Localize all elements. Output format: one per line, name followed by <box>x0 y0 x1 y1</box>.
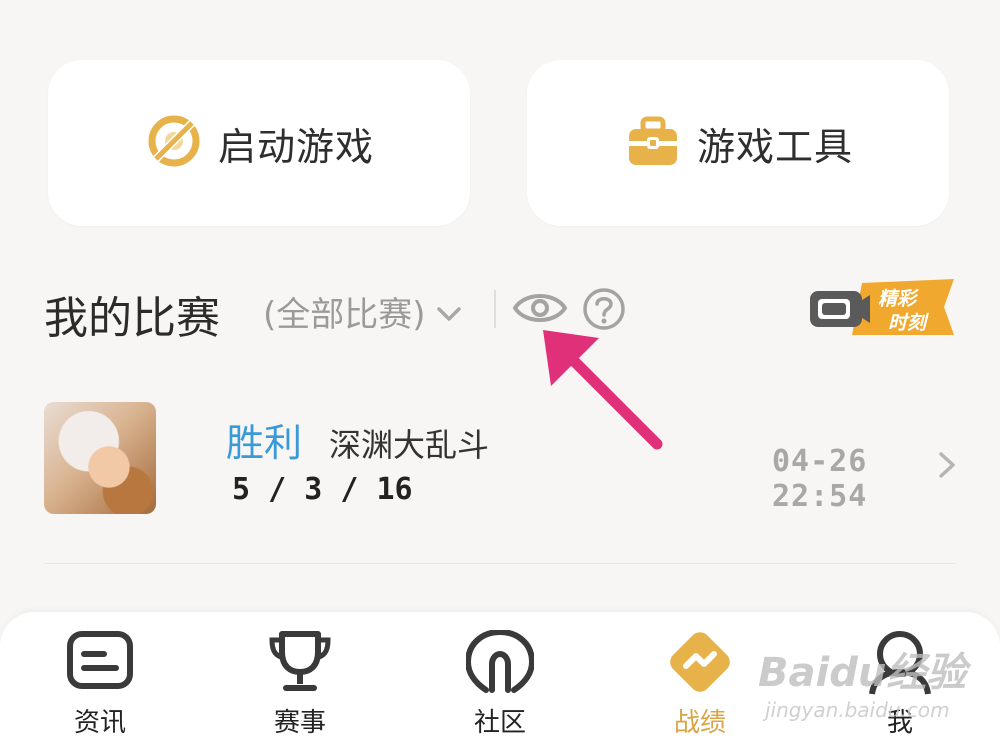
community-icon <box>464 628 536 700</box>
tab-community[interactable]: 社区 <box>400 612 600 750</box>
badge-line1: 精彩 <box>878 288 919 310</box>
trophy-icon <box>266 630 334 698</box>
filter-label: (全部比赛) <box>263 295 426 335</box>
match-row[interactable]: 胜利 深渊大乱斗 5 / 3 / 16 04-26 22:54 <box>44 402 956 514</box>
section-title: 我的比赛 <box>44 293 220 344</box>
tab-label-events: 赛事 <box>273 708 326 738</box>
chevron-down-icon <box>436 292 462 332</box>
toolbox-icon <box>623 111 683 175</box>
highlight-moments-button[interactable]: 精彩 时刻 <box>808 279 954 341</box>
game-tools-button[interactable]: 游戏工具 <box>527 60 949 226</box>
match-mode: 深渊大乱斗 <box>329 426 490 464</box>
launch-game-button[interactable]: 启动游戏 <box>48 60 470 226</box>
news-icon <box>66 630 134 694</box>
tab-label-news: 资讯 <box>73 708 126 738</box>
match-time: 04-26 22:54 <box>772 444 868 514</box>
launch-game-label: 启动游戏 <box>217 124 374 169</box>
records-icon <box>664 630 736 700</box>
match-result: 胜利 <box>226 421 303 465</box>
champion-avatar <box>44 402 156 514</box>
chevron-right-icon <box>937 450 957 484</box>
game-tools-label: 游戏工具 <box>696 124 853 169</box>
header-divider <box>494 290 496 328</box>
tab-events[interactable]: 赛事 <box>200 612 400 750</box>
match-kda: 5 / 3 / 16 <box>232 472 413 507</box>
list-divider <box>44 563 956 564</box>
tab-label-community: 社区 <box>473 708 526 738</box>
match-filter-dropdown[interactable]: (全部比赛) <box>263 287 462 336</box>
watermark-brand: Baidu经验 <box>758 650 967 696</box>
tab-news[interactable]: 资讯 <box>0 612 200 750</box>
badge-line2: 时刻 <box>888 312 929 334</box>
watermark-url: jingyan.baidu.com <box>765 698 950 722</box>
launch-icon <box>144 111 204 175</box>
